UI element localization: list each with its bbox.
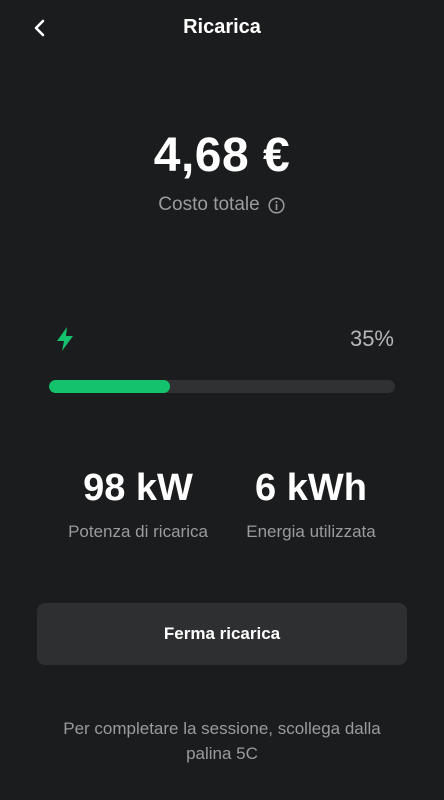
charge-progress-fill <box>49 380 171 393</box>
energy-stat: 6 kWh Energia utilizzata <box>236 464 386 542</box>
charge-percent: 35% <box>349 326 394 351</box>
power-label: Potenza di ricarica <box>68 522 208 541</box>
info-icon <box>268 196 285 214</box>
charge-progress-bar <box>49 380 395 393</box>
info-button[interactable] <box>268 196 286 214</box>
total-cost-label-row: Costo totale <box>0 194 444 216</box>
power-stat: 98 kW Potenza di ricarica <box>58 464 218 542</box>
stop-charging-button[interactable]: Ferma ricarica <box>37 603 407 665</box>
page-title: Ricarica <box>183 16 261 38</box>
power-value: 98 kW <box>83 467 193 509</box>
top-bar: Ricarica <box>0 0 444 56</box>
energy-value: 6 kWh <box>255 467 367 509</box>
energy-label: Energia utilizzata <box>246 522 376 541</box>
total-cost-value: 4,68 € <box>153 129 291 182</box>
total-cost-label: Costo totale <box>158 194 260 215</box>
lightning-bolt-icon <box>57 327 73 351</box>
session-hint: Per completare la sessione, scollega dal… <box>63 719 381 763</box>
